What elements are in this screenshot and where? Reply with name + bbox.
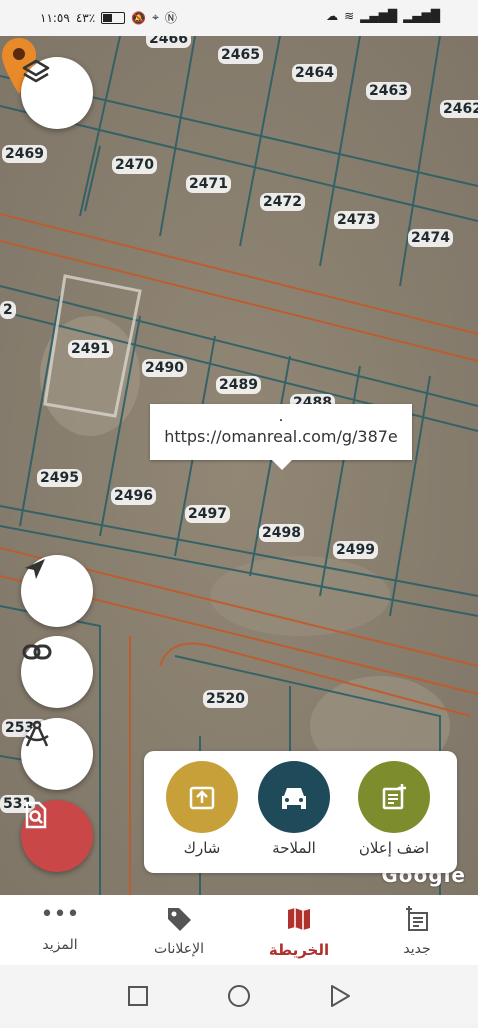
more-dots-icon: •••	[40, 902, 80, 927]
add-ad-label: اضف إعلان	[358, 839, 430, 857]
share-link-button[interactable]	[21, 636, 93, 708]
plot-label[interactable]: 2470	[112, 156, 157, 174]
search-plots-button[interactable]	[21, 800, 93, 872]
measure-button[interactable]	[21, 718, 93, 790]
car-icon	[282, 788, 306, 809]
plot-label[interactable]: 2490	[142, 359, 187, 377]
plot-label[interactable]: 2497	[185, 505, 230, 523]
battery-percent: ٤٣٪	[75, 10, 96, 25]
status-left: ١١:٥٩ ٤٣٪ 🔕 ⌖ Ⓝ	[40, 9, 177, 26]
popup-title: .	[278, 409, 284, 425]
location-icon: ⌖	[152, 10, 159, 24]
navigation-circle[interactable]	[258, 761, 330, 833]
plot-label[interactable]: 2474	[408, 229, 453, 247]
compass-icon	[25, 720, 49, 747]
back-button[interactable]	[322, 977, 360, 1015]
nav-ads[interactable]: الإعلانات	[134, 905, 224, 957]
link-icon	[22, 644, 52, 660]
navigation-label: الملاحة	[272, 839, 316, 857]
bottom-navigation: ••• المزيد الإعلانات الخريطة جديد	[0, 895, 478, 965]
plot-label[interactable]: 2491	[68, 340, 113, 358]
share-icon	[189, 786, 215, 810]
document-search-icon	[25, 801, 47, 829]
nfc-icon: Ⓝ	[164, 11, 177, 25]
share-circle[interactable]	[166, 761, 238, 833]
clock: ١١:٥٩	[40, 10, 70, 25]
plot-label[interactable]: 2	[0, 301, 16, 319]
plot-label[interactable]: 2462	[440, 100, 478, 118]
plot-label[interactable]: 2496	[111, 487, 156, 505]
nav-more[interactable]: ••• المزيد	[15, 902, 105, 954]
plot-label[interactable]: 2463	[366, 82, 411, 100]
status-right: ☁ ≋ ▂▄▆█ ▂▄▆█	[326, 9, 440, 23]
add-ad-circle[interactable]	[358, 761, 430, 833]
wifi-icon: ≋	[344, 9, 355, 23]
recents-button[interactable]	[119, 977, 157, 1015]
navigation-arrow-icon	[25, 559, 45, 579]
nav-new[interactable]: جديد	[372, 905, 462, 957]
plot-label[interactable]: 2495	[37, 469, 82, 487]
add-ad-action[interactable]: اضف إعلان	[346, 761, 442, 857]
signal-icon: ▂▄▆█	[360, 9, 398, 23]
mute-icon: 🔕	[131, 10, 147, 25]
plot-label[interactable]: 2465	[218, 46, 263, 64]
status-bar: ١١:٥٩ ٤٣٪ 🔕 ⌖ Ⓝ ☁ ≋ ▂▄▆█ ▂▄▆█	[0, 0, 478, 36]
plot-label[interactable]: 2498	[259, 524, 304, 542]
cloud-icon: ☁	[326, 9, 339, 23]
nav-ads-label: الإعلانات	[154, 941, 204, 957]
plot-label[interactable]: 2471	[186, 175, 231, 193]
layers-button[interactable]	[21, 57, 93, 129]
share-label: شارك	[183, 839, 221, 857]
layers-icon	[22, 59, 50, 83]
signal-icon-2: ▂▄▆█	[403, 9, 440, 23]
locate-button[interactable]	[21, 555, 93, 627]
action-card: شارك الملاحة اضف إعلان	[144, 751, 457, 873]
popup-url[interactable]: https://omanreal.com/g/387e	[150, 426, 412, 448]
tag-icon	[168, 908, 191, 931]
plot-label[interactable]: 2466	[146, 36, 191, 48]
nav-more-label: المزيد	[42, 937, 78, 953]
plot-label[interactable]: 2464	[292, 64, 337, 82]
plot-label[interactable]: 2473	[334, 211, 379, 229]
share-action[interactable]: شارك	[154, 761, 250, 857]
plot-label[interactable]: 2520	[203, 690, 248, 708]
nav-new-label: جديد	[403, 941, 431, 957]
link-popup[interactable]: . https://omanreal.com/g/387e	[150, 404, 412, 470]
add-note-icon	[382, 784, 406, 810]
plot-label[interactable]: 2499	[333, 541, 378, 559]
navigation-action[interactable]: الملاحة	[246, 761, 342, 857]
battery-icon	[101, 11, 126, 24]
new-list-icon	[406, 906, 428, 931]
nav-map-label: الخريطة	[268, 941, 330, 959]
nav-map[interactable]: الخريطة	[254, 905, 344, 959]
home-button[interactable]	[220, 977, 258, 1015]
system-navigation-bar	[0, 965, 478, 1024]
plot-label[interactable]: 2472	[260, 193, 305, 211]
map-icon	[288, 908, 310, 930]
plot-label[interactable]: 2469	[2, 145, 47, 163]
plot-label[interactable]: 2489	[216, 376, 261, 394]
